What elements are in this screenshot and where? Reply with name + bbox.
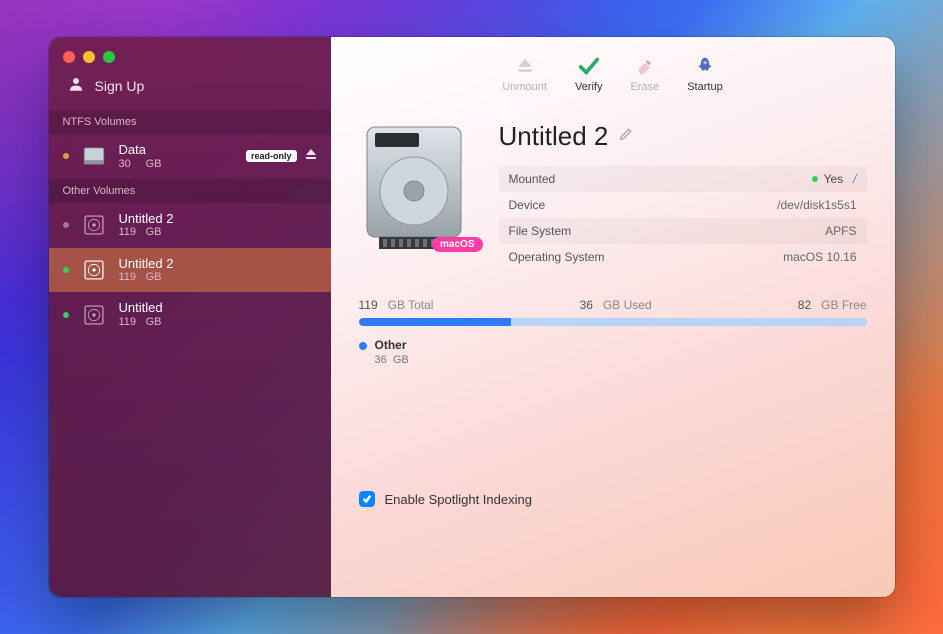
info-table: Mounted Yes / Device /dev/disk1s5s1 File… bbox=[499, 166, 867, 270]
section-header-other: Other Volumes bbox=[49, 179, 331, 203]
status-dot-icon bbox=[63, 222, 69, 228]
internal-disk-icon bbox=[81, 257, 107, 283]
internal-disk-icon bbox=[81, 302, 107, 328]
sidebar-item-untitled[interactable]: Untitled 119 GB bbox=[49, 292, 331, 337]
erase-icon bbox=[634, 55, 656, 77]
signup-button[interactable]: Sign Up bbox=[49, 71, 331, 110]
row-device: Device /dev/disk1s5s1 bbox=[499, 192, 867, 218]
startup-icon bbox=[694, 55, 716, 77]
close-icon[interactable] bbox=[63, 51, 75, 63]
sidebar-item-untitled2-a[interactable]: Untitled 2 119 GB bbox=[49, 203, 331, 248]
row-os: Operating System macOS 10.16 bbox=[499, 244, 867, 270]
storage-bar bbox=[359, 318, 867, 326]
sidebar-item-data[interactable]: Data 30 GB read-only bbox=[49, 134, 331, 179]
app-window: Sign Up NTFS Volumes Data 30 GB read-onl… bbox=[49, 37, 895, 597]
macos-badge: macOS bbox=[432, 237, 482, 252]
main-panel: Unmount Verify Erase Startup bbox=[331, 37, 895, 597]
spotlight-label: Enable Spotlight Indexing bbox=[385, 492, 532, 507]
erase-button[interactable]: Erase bbox=[630, 55, 659, 93]
status-dot-icon bbox=[63, 153, 69, 159]
toolbar: Unmount Verify Erase Startup bbox=[331, 37, 895, 103]
volume-name: Untitled bbox=[119, 300, 163, 316]
startup-button[interactable]: Startup bbox=[687, 55, 722, 93]
unmount-button[interactable]: Unmount bbox=[502, 55, 547, 93]
volume-name: Untitled 2 bbox=[119, 256, 174, 272]
status-dot-icon bbox=[812, 176, 818, 182]
sidebar-item-untitled2-b[interactable]: Untitled 2 119 GB bbox=[49, 248, 331, 293]
status-dot-icon bbox=[63, 267, 69, 273]
spotlight-checkbox[interactable]: Enable Spotlight Indexing bbox=[359, 491, 867, 507]
legend-dot-icon bbox=[359, 342, 367, 350]
storage-legend: Other 36 GB bbox=[359, 338, 867, 366]
readonly-badge: read-only bbox=[246, 150, 297, 162]
sidebar: Sign Up NTFS Volumes Data 30 GB read-onl… bbox=[49, 37, 331, 597]
section-header-ntfs: NTFS Volumes bbox=[49, 110, 331, 134]
storage-section: 119GB Total 36GB Used 82GB Free Other 36… bbox=[359, 298, 867, 366]
verify-icon bbox=[578, 55, 600, 77]
user-icon bbox=[67, 75, 85, 96]
rename-icon[interactable] bbox=[618, 126, 634, 147]
mount-point-link[interactable]: / bbox=[853, 172, 856, 186]
volume-title: Untitled 2 bbox=[499, 121, 609, 152]
verify-button[interactable]: Verify bbox=[575, 55, 603, 93]
row-mounted: Mounted Yes / bbox=[499, 166, 867, 192]
volume-name: Data bbox=[119, 142, 162, 158]
storage-bar-fill bbox=[359, 318, 511, 326]
checkbox-checked-icon bbox=[359, 491, 375, 507]
eject-icon[interactable] bbox=[305, 147, 317, 165]
status-dot-icon bbox=[63, 312, 69, 318]
window-controls bbox=[49, 37, 331, 71]
internal-disk-icon bbox=[81, 212, 107, 238]
signup-label: Sign Up bbox=[95, 78, 145, 94]
external-disk-icon bbox=[81, 143, 107, 169]
minimize-icon[interactable] bbox=[83, 51, 95, 63]
volume-name: Untitled 2 bbox=[119, 211, 174, 227]
disk-image: macOS bbox=[359, 121, 469, 256]
row-filesystem: File System APFS bbox=[499, 218, 867, 244]
unmount-icon bbox=[514, 55, 536, 77]
fullscreen-icon[interactable] bbox=[103, 51, 115, 63]
